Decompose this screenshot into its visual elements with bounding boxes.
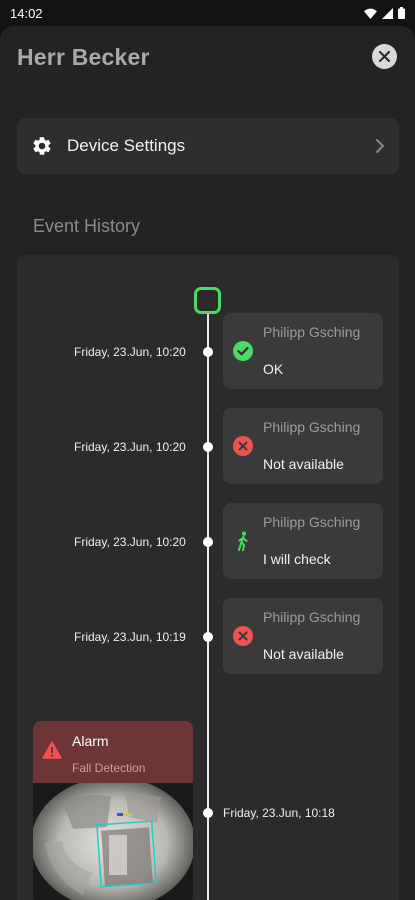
sheet-title: Herr Becker bbox=[17, 44, 150, 70]
alarm-camera-snapshot[interactable] bbox=[33, 777, 193, 900]
status-bar: 14:02 bbox=[0, 0, 415, 26]
x-circle-icon bbox=[233, 626, 253, 646]
camera-snapshot-image bbox=[33, 777, 193, 900]
status-icons bbox=[364, 7, 405, 19]
gear-icon bbox=[33, 137, 51, 155]
timeline-node bbox=[203, 347, 213, 357]
alarm-title: Alarm bbox=[72, 733, 109, 749]
status-time: 14:02 bbox=[10, 5, 43, 21]
alarm-timestamp: Friday, 23.Jun, 10:18 bbox=[223, 806, 335, 820]
timeline-start-marker bbox=[194, 287, 221, 314]
event-person-name: Philipp Gsching bbox=[263, 419, 361, 435]
event-status: OK bbox=[263, 361, 284, 377]
timeline-node bbox=[203, 442, 213, 452]
wifi-icon bbox=[364, 8, 377, 19]
event-timestamp: Friday, 23.Jun, 10:19 bbox=[74, 630, 186, 644]
device-settings-button[interactable]: Device Settings bbox=[17, 118, 399, 174]
timeline-node bbox=[203, 632, 213, 642]
timeline-node bbox=[203, 537, 213, 547]
alarm-subtitle: Fall Detection bbox=[72, 761, 146, 775]
alarm-card[interactable]: Alarm Fall Detection bbox=[33, 721, 193, 900]
battery-icon bbox=[398, 7, 405, 19]
event-timestamp: Friday, 23.Jun, 10:20 bbox=[74, 535, 186, 549]
event-timestamp: Friday, 23.Jun, 10:20 bbox=[74, 440, 186, 454]
event-card[interactable]: Philipp Gsching Not available bbox=[223, 408, 383, 484]
x-circle-icon bbox=[233, 436, 253, 456]
timeline-node bbox=[203, 808, 213, 818]
event-history-timeline: Friday, 23.Jun, 10:20 Philipp Gsching OK… bbox=[17, 255, 399, 900]
warning-triangle-icon bbox=[42, 741, 62, 759]
device-settings-label: Device Settings bbox=[67, 136, 186, 155]
event-person-name: Philipp Gsching bbox=[263, 609, 361, 625]
bottom-sheet: Herr Becker Device Settings Event Histor… bbox=[0, 26, 415, 900]
event-status: I will check bbox=[263, 551, 331, 567]
alarm-header: Alarm Fall Detection bbox=[33, 721, 193, 783]
event-timestamp: Friday, 23.Jun, 10:20 bbox=[74, 345, 186, 359]
event-person-name: Philipp Gsching bbox=[263, 324, 361, 340]
event-status: Not available bbox=[263, 646, 344, 662]
close-button[interactable] bbox=[372, 44, 397, 69]
walking-person-icon bbox=[238, 531, 248, 551]
event-card[interactable]: Philipp Gsching I will check bbox=[223, 503, 383, 579]
event-history-heading: Event History bbox=[33, 216, 141, 236]
event-status: Not available bbox=[263, 456, 344, 472]
event-person-name: Philipp Gsching bbox=[263, 514, 361, 530]
chevron-right-icon bbox=[376, 139, 384, 153]
check-circle-icon bbox=[233, 341, 253, 361]
event-card[interactable]: Philipp Gsching OK bbox=[223, 313, 383, 389]
close-icon bbox=[379, 51, 390, 62]
event-card[interactable]: Philipp Gsching Not available bbox=[223, 598, 383, 674]
signal-icon bbox=[382, 7, 393, 19]
